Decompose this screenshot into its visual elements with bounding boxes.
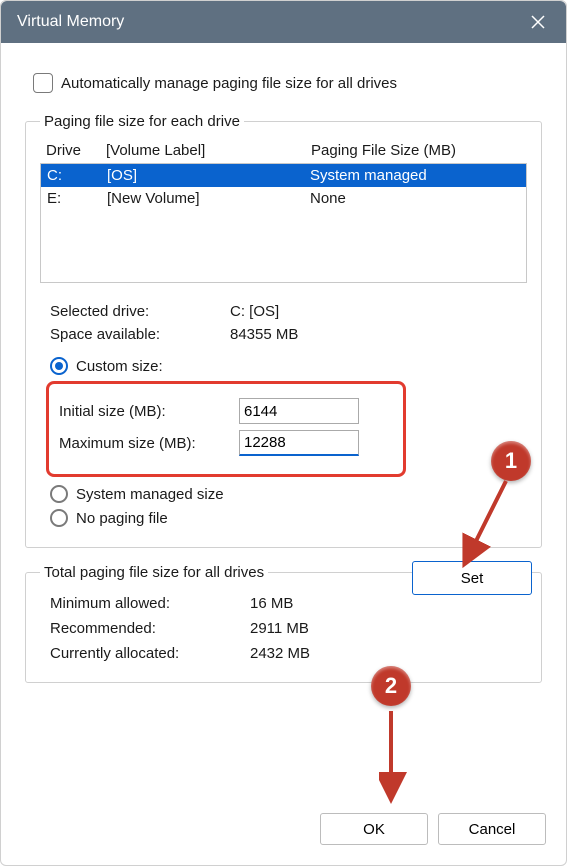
no-paging-radio[interactable] <box>50 509 68 527</box>
drive-pfs: System managed <box>310 167 520 184</box>
annotation-arrow-2 <box>379 706 409 806</box>
space-available-label: Space available: <box>50 326 230 343</box>
paging-per-drive-legend: Paging file size for each drive <box>40 113 244 130</box>
maximum-size-label: Maximum size (MB): <box>59 435 239 452</box>
min-allowed-value: 16 MB <box>250 595 527 612</box>
system-managed-radio[interactable] <box>50 485 68 503</box>
maximum-size-input[interactable] <box>239 430 359 456</box>
header-volume: [Volume Label] <box>106 142 311 159</box>
selected-drive-value: C: [OS] <box>230 303 527 320</box>
custom-size-radio-row[interactable]: Custom size: <box>50 357 527 375</box>
current-allocated-label: Currently allocated: <box>50 645 250 662</box>
drive-row[interactable]: C: [OS] System managed <box>41 164 526 187</box>
selected-drive-info: Selected drive: C: [OS] Space available:… <box>50 303 527 343</box>
paging-per-drive-group: Paging file size for each drive Drive [V… <box>25 113 542 548</box>
close-icon[interactable] <box>526 10 550 34</box>
annotation-callout-2: 2 <box>371 666 411 706</box>
header-paging-size: Paging File Size (MB) <box>311 142 521 159</box>
no-paging-label: No paging file <box>76 510 168 527</box>
header-drive: Drive <box>46 142 106 159</box>
cancel-button[interactable]: Cancel <box>438 813 546 845</box>
selected-drive-label: Selected drive: <box>50 303 230 320</box>
drive-letter: C: <box>47 167 107 184</box>
annotation-highlight: Initial size (MB): Maximum size (MB): <box>46 381 406 477</box>
drive-row[interactable]: E: [New Volume] None <box>41 187 526 210</box>
total-paging-legend: Total paging file size for all drives <box>40 564 268 581</box>
auto-manage-checkbox[interactable] <box>33 73 53 93</box>
initial-size-input[interactable] <box>239 398 359 424</box>
titlebar: Virtual Memory <box>1 1 566 43</box>
annotation-callout-1: 1 <box>491 441 531 481</box>
auto-manage-label: Automatically manage paging file size fo… <box>61 75 397 92</box>
drive-letter: E: <box>47 190 107 207</box>
totals-grid: Minimum allowed: 16 MB Recommended: 2911… <box>50 595 527 662</box>
system-managed-label: System managed size <box>76 486 224 503</box>
min-allowed-label: Minimum allowed: <box>50 595 250 612</box>
initial-size-label: Initial size (MB): <box>59 403 239 420</box>
ok-button[interactable]: OK <box>320 813 428 845</box>
recommended-value: 2911 MB <box>250 620 527 637</box>
auto-manage-row[interactable]: Automatically manage paging file size fo… <box>33 73 542 93</box>
current-allocated-value: 2432 MB <box>250 645 527 662</box>
drive-volume: [OS] <box>107 167 310 184</box>
dialog-content: Automatically manage paging file size fo… <box>1 43 566 683</box>
drive-list[interactable]: C: [OS] System managed E: [New Volume] N… <box>40 163 527 283</box>
dialog-buttons: OK Cancel <box>320 813 546 845</box>
set-button[interactable]: Set <box>412 561 532 595</box>
space-available-value: 84355 MB <box>230 326 527 343</box>
drive-volume: [New Volume] <box>107 190 310 207</box>
custom-size-radio[interactable] <box>50 357 68 375</box>
system-managed-radio-row[interactable]: System managed size <box>50 485 527 503</box>
initial-size-row: Initial size (MB): <box>59 398 393 424</box>
drive-pfs: None <box>310 190 520 207</box>
no-paging-radio-row[interactable]: No paging file <box>50 509 527 527</box>
recommended-label: Recommended: <box>50 620 250 637</box>
window-title: Virtual Memory <box>17 13 526 31</box>
maximum-size-row: Maximum size (MB): <box>59 430 393 456</box>
drive-list-header: Drive [Volume Label] Paging File Size (M… <box>40 138 527 163</box>
custom-size-label: Custom size: <box>76 358 163 375</box>
